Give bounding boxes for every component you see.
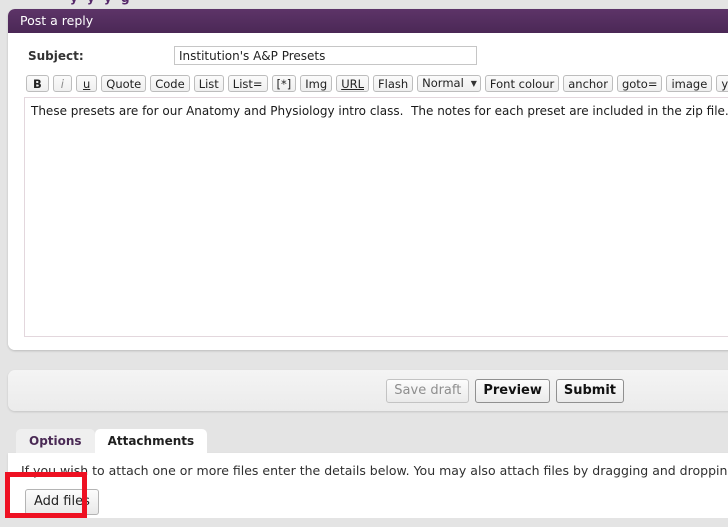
chevron-down-icon: ▼ xyxy=(470,79,477,88)
flash-button[interactable]: Flash xyxy=(373,75,414,92)
panel-title: Post a reply xyxy=(8,9,728,33)
message-textarea[interactable] xyxy=(24,97,728,337)
attachments-description: If you wish to attach one or more files … xyxy=(21,463,728,478)
goto-button[interactable]: goto= xyxy=(616,75,663,92)
add-files-button[interactable]: Add files xyxy=(25,489,99,515)
bbcode-toolbar: B i u Quote Code List List= [*] Img URL … xyxy=(8,75,728,97)
page-bottom-strip xyxy=(0,518,728,527)
italic-button[interactable]: i xyxy=(52,75,72,92)
list-item-button[interactable]: [*] xyxy=(271,75,297,92)
subject-label: Subject: xyxy=(28,48,84,63)
code-button[interactable]: Code xyxy=(150,75,190,92)
submit-bar: Save draft Preview Submit xyxy=(8,370,728,411)
tab-options[interactable]: Options xyxy=(16,429,95,453)
post-reply-panel: Post a reply Subject: B i u Quote Code L… xyxy=(8,9,728,350)
preview-button[interactable]: Preview xyxy=(475,378,550,403)
composer-body: Subject: B i u Quote Code List List= [*]… xyxy=(8,33,728,350)
tab-strip: Options Attachments xyxy=(8,428,728,453)
youtube-button[interactable]: youtube xyxy=(716,75,728,92)
ordered-list-button[interactable]: List= xyxy=(227,75,268,92)
submit-button[interactable]: Submit xyxy=(555,378,624,403)
attachments-panel: Options Attachments If you wish to attac… xyxy=(8,428,728,518)
img-button[interactable]: Img xyxy=(300,75,333,92)
font-size-select-value: Normal xyxy=(422,76,464,90)
bold-button[interactable]: B xyxy=(26,75,49,92)
anchor-button[interactable]: anchor xyxy=(563,75,613,92)
save-draft-button[interactable]: Save draft xyxy=(386,378,470,403)
font-colour-button[interactable]: Font colour xyxy=(484,75,560,92)
attachments-tab-body: If you wish to attach one or more files … xyxy=(8,453,728,518)
subject-row: Subject: xyxy=(8,33,728,75)
page-title-cutoff: ÿ y y g xyxy=(0,0,728,9)
subject-input[interactable] xyxy=(174,46,477,65)
message-area-wrapper xyxy=(8,97,728,340)
quote-button[interactable]: Quote xyxy=(101,75,147,92)
underline-button[interactable]: u xyxy=(75,75,98,92)
font-size-select[interactable]: Normal ▼ xyxy=(417,75,481,92)
tab-attachments[interactable]: Attachments xyxy=(94,429,208,453)
list-button[interactable]: List xyxy=(193,75,224,92)
image-button[interactable]: image xyxy=(666,75,713,92)
url-button[interactable]: URL xyxy=(336,75,370,92)
